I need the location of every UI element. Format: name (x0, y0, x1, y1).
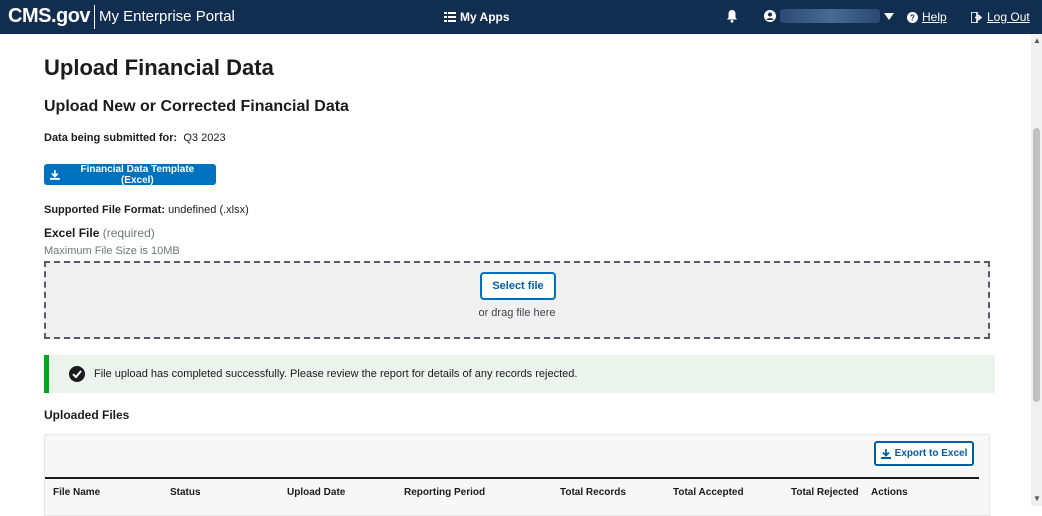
question-icon: ? (907, 11, 918, 23)
max-file-size-hint: Maximum File Size is 10MB (44, 245, 180, 257)
column-header-total-accepted[interactable]: Total Accepted (673, 487, 744, 498)
submission-period: Data being submitted for: Q3 2023 (44, 132, 226, 144)
column-header-reporting-period[interactable]: Reporting Period (404, 487, 485, 498)
download-template-button[interactable]: Financial Data Template (Excel) (44, 163, 216, 186)
success-alert-text: File upload has completed successfully. … (94, 368, 578, 380)
excel-file-title: Excel File (44, 226, 100, 240)
sign-out-icon (971, 11, 983, 23)
drag-file-hint: or drag file here (478, 307, 556, 319)
uploaded-files-title: Uploaded Files (44, 408, 130, 422)
help-label: Help (922, 10, 947, 24)
format-value: undefined (.xlsx) (168, 204, 249, 216)
format-label: Supported File Format: (44, 204, 165, 216)
page-subtitle: Upload New or Corrected Financial Data (44, 98, 349, 115)
list-icon (444, 12, 456, 22)
scroll-down-arrow-icon[interactable]: ▼ (1033, 494, 1041, 503)
export-to-excel-button[interactable]: Export to Excel (874, 441, 974, 466)
logout-link[interactable]: Log Out (971, 10, 1030, 24)
svg-text:?: ? (910, 13, 915, 22)
column-header-file-name[interactable]: File Name (53, 487, 100, 498)
user-icon (764, 10, 776, 22)
help-link[interactable]: ? Help (907, 10, 947, 24)
export-to-excel-label: Export to Excel (894, 448, 968, 459)
my-apps-label: My Apps (460, 10, 510, 24)
column-header-total-records[interactable]: Total Records (560, 487, 626, 498)
top-nav: CMS.gov My Enterprise Portal My Apps ? H… (0, 0, 1042, 34)
download-icon (880, 448, 891, 459)
column-header-total-rejected[interactable]: Total Rejected (791, 487, 859, 498)
logout-label: Log Out (987, 10, 1030, 24)
page-title: Upload Financial Data (44, 55, 274, 80)
user-name-redacted (780, 9, 880, 23)
scroll-thumb[interactable] (1033, 128, 1040, 402)
success-alert: File upload has completed successfully. … (44, 355, 995, 393)
column-header-upload-date[interactable]: Upload Date (287, 487, 345, 498)
portal-title[interactable]: My Enterprise Portal (99, 8, 235, 25)
uploaded-files-table: Export to Excel File Name Status Upload … (44, 434, 990, 516)
download-template-label: Financial Data Template (Excel) (80, 163, 195, 186)
column-header-status[interactable]: Status (170, 487, 201, 498)
cms-logo[interactable]: CMS.gov (8, 5, 91, 28)
supported-format: Supported File Format: undefined (.xlsx) (44, 204, 249, 216)
download-icon (50, 169, 60, 180)
page-scrollbar[interactable]: ▲ ▼ (1031, 34, 1042, 506)
bell-icon[interactable] (726, 9, 738, 28)
table-header: File Name Status Upload Date Reporting P… (45, 477, 979, 505)
excel-file-label: Excel File (required) (44, 226, 155, 240)
my-apps-link[interactable]: My Apps (444, 10, 510, 24)
required-hint: (required) (102, 226, 155, 240)
column-header-actions: Actions (871, 487, 908, 498)
submission-period-value: Q3 2023 (183, 132, 226, 144)
submission-period-label: Data being submitted for: (44, 132, 178, 144)
check-circle-icon (69, 366, 85, 382)
caret-down-icon (884, 12, 894, 20)
file-dropzone[interactable]: Select file or drag file here (44, 261, 990, 339)
user-menu[interactable] (764, 9, 894, 23)
select-file-button[interactable]: Select file (480, 272, 556, 300)
scroll-up-arrow-icon[interactable]: ▲ (1033, 36, 1041, 45)
brand-divider (94, 5, 95, 29)
